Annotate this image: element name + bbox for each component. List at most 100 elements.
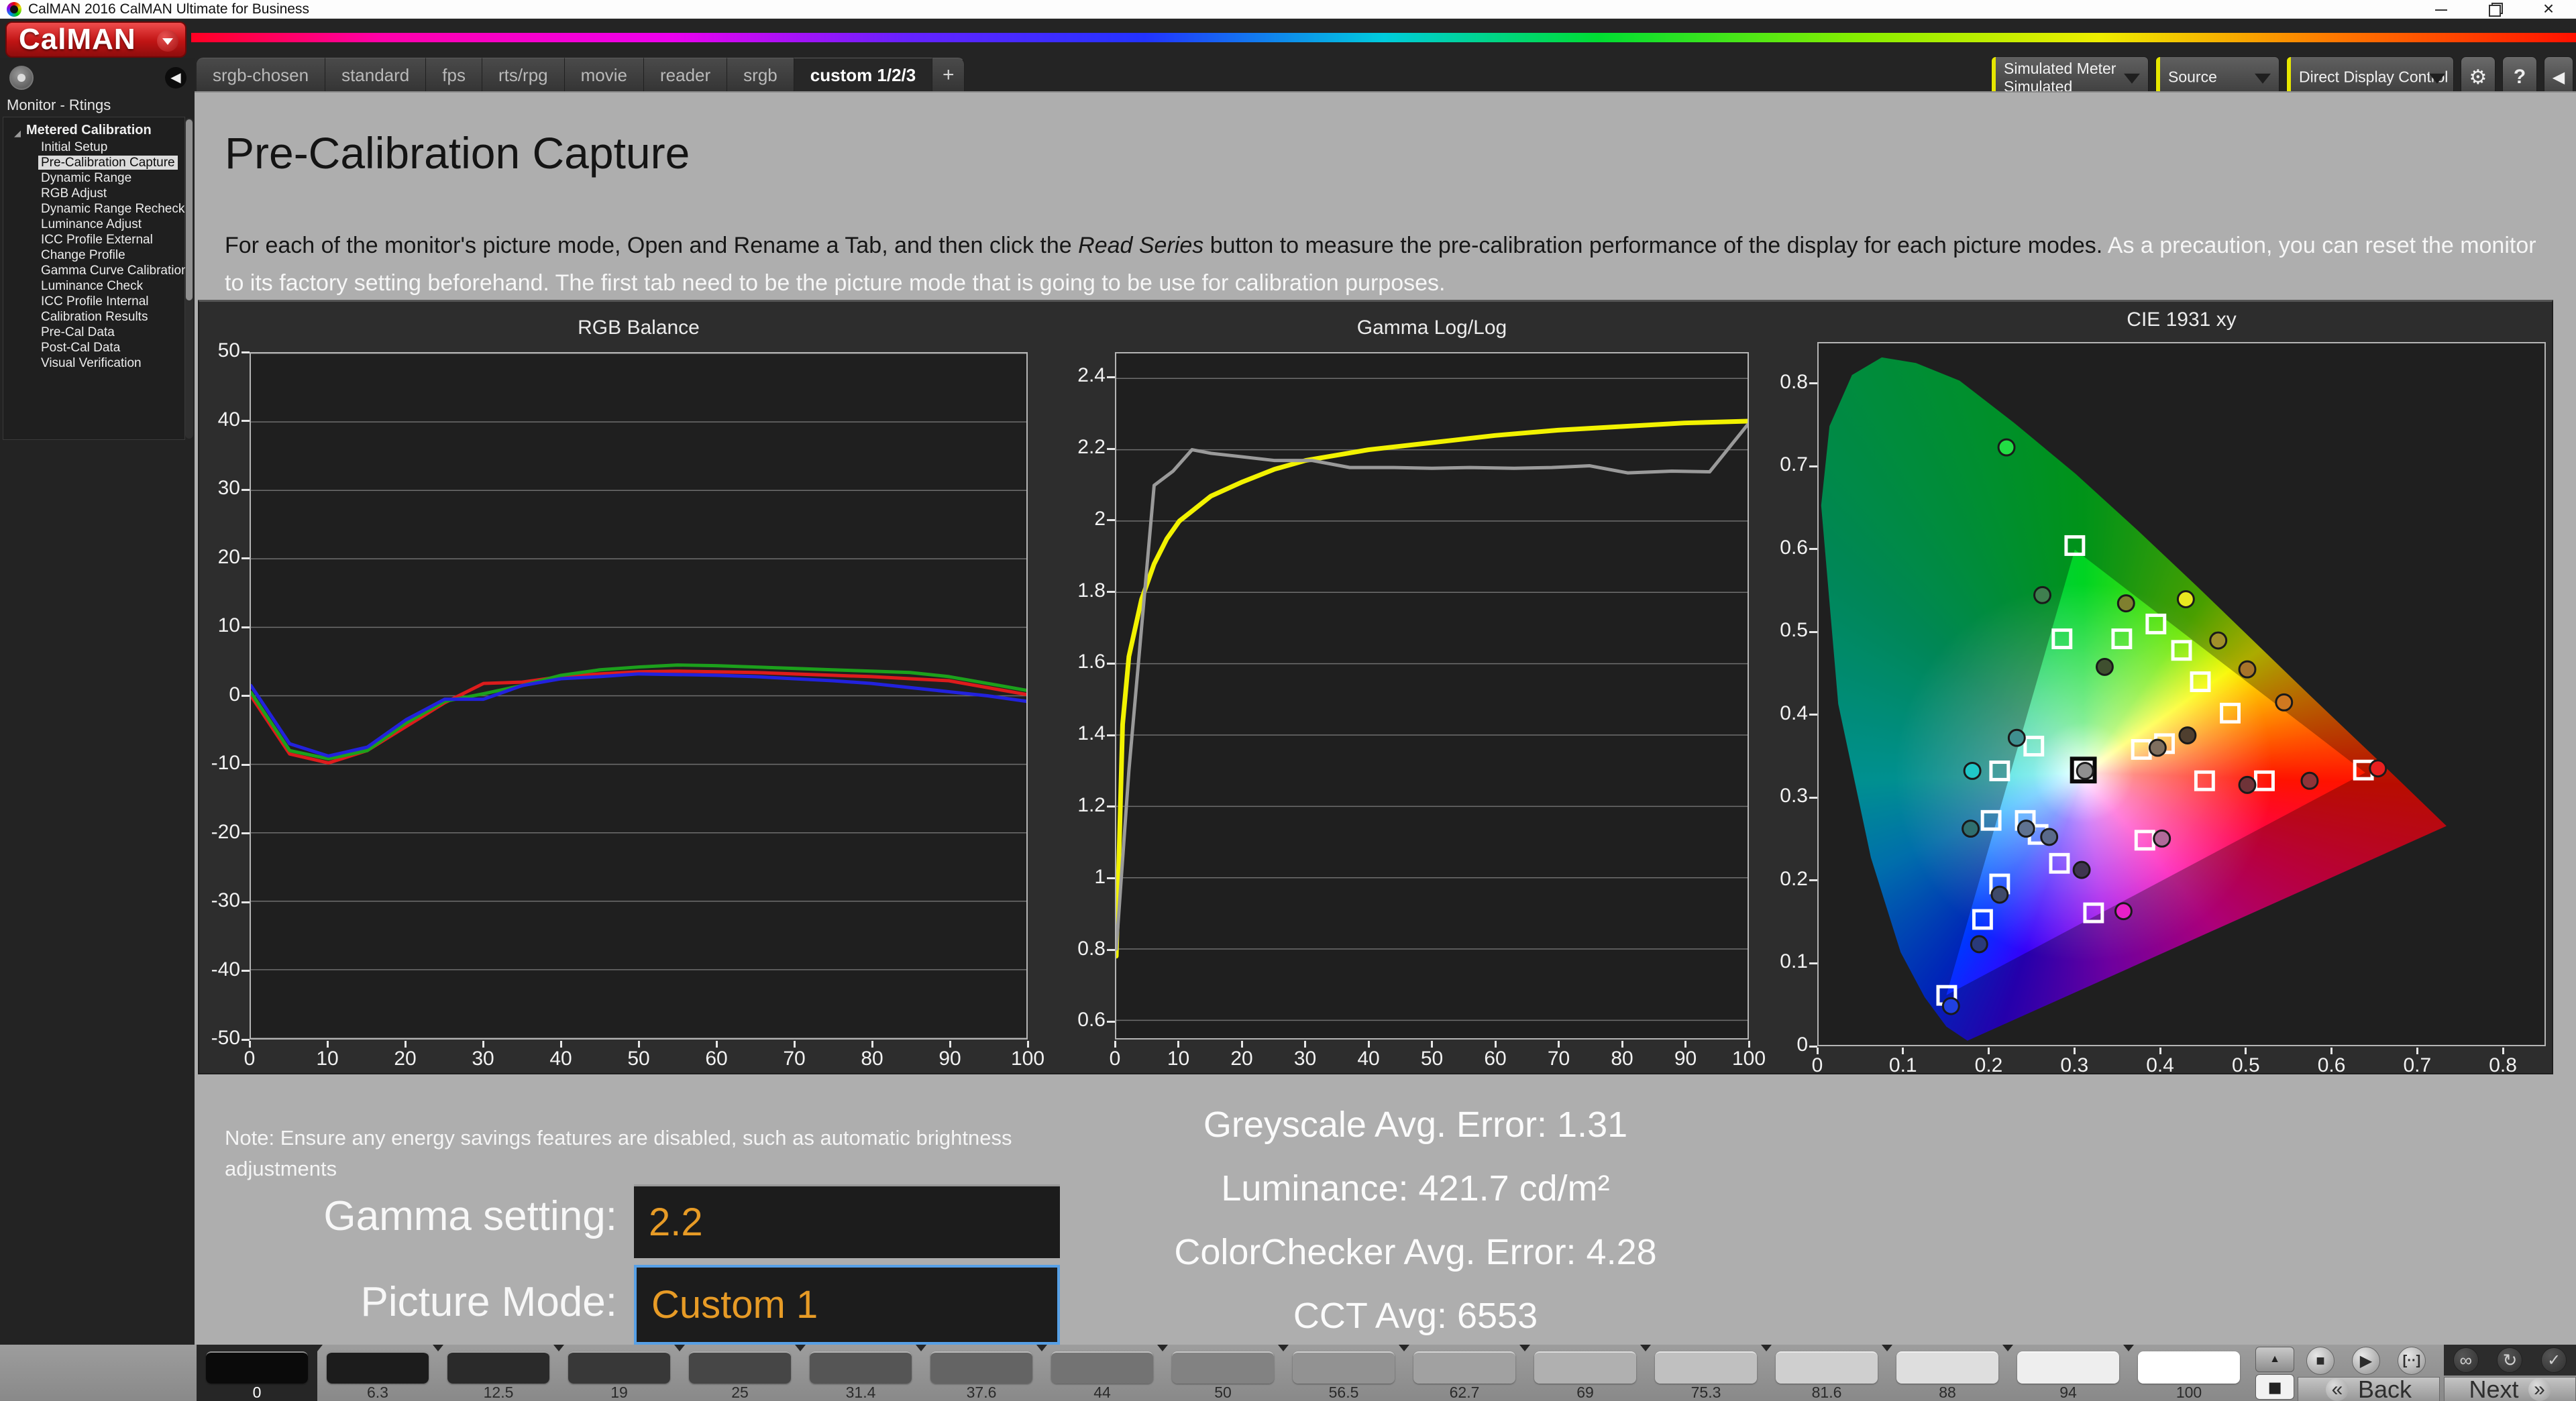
pattern-up-button[interactable]: ▲ <box>2255 1347 2294 1372</box>
minimize-button[interactable] <box>2423 0 2459 19</box>
x-tick-label: 50 <box>605 1048 672 1070</box>
sidebar-item-icc-profile-external[interactable]: ICC Profile External <box>38 232 184 247</box>
swatch-color-tile <box>2017 1351 2119 1384</box>
y-tick-mark <box>1107 805 1115 807</box>
tab-custom-1-2-3[interactable]: custom 1/2/3 <box>794 58 933 91</box>
pattern-swatch-37.6[interactable]: 37.6 <box>921 1345 1042 1401</box>
tab-fps[interactable]: fps <box>426 58 482 91</box>
cie-measurement-marker <box>2018 821 2034 837</box>
x-tick-label: 60 <box>1462 1048 1529 1070</box>
pattern-swatch-94[interactable]: 94 <box>2008 1345 2129 1401</box>
sidebar-item-rgb-adjust[interactable]: RGB Adjust <box>38 186 184 201</box>
tab-rts-rpg[interactable]: rts/rpg <box>482 58 565 91</box>
sidebar-item-label: Luminance Check <box>38 279 146 293</box>
swatch-color-tile <box>447 1351 549 1384</box>
swatch-color-tile <box>1051 1351 1153 1384</box>
sidebar-item-change-profile[interactable]: Change Profile <box>38 247 184 263</box>
x-tick-label: 60 <box>683 1048 750 1070</box>
pattern-swatch-44[interactable]: 44 <box>1042 1345 1163 1401</box>
tab-standard[interactable]: standard <box>325 58 426 91</box>
pattern-swatch-81.6[interactable]: 81.6 <box>1766 1345 1887 1401</box>
pattern-swatch-88[interactable]: 88 <box>1887 1345 2008 1401</box>
pattern-swatch-6.3[interactable]: 6.3 <box>317 1345 438 1401</box>
pattern-swatch-25[interactable]: 25 <box>680 1345 800 1401</box>
tab-reader[interactable]: reader <box>644 58 727 91</box>
continuous-read-button[interactable]: ∞ <box>2453 1347 2479 1373</box>
y-tick-mark <box>241 832 250 834</box>
y-tick-mark <box>241 764 250 766</box>
swatch-value-label: 88 <box>1887 1384 2008 1401</box>
play-button[interactable]: ▶ <box>2352 1347 2380 1375</box>
sidebar-item-icc-profile-internal[interactable]: ICC Profile Internal <box>38 294 184 309</box>
back-button[interactable]: « Back <box>2298 1377 2440 1401</box>
sidebar-item-pre-calibration-capture[interactable]: Pre-Calibration Capture <box>38 155 184 170</box>
pattern-swatch-56.5[interactable]: 56.5 <box>1283 1345 1404 1401</box>
close-button[interactable]: × <box>2530 0 2567 19</box>
sidebar-item-pre-cal-data[interactable]: Pre-Cal Data <box>38 325 184 340</box>
x-tick-mark <box>2416 1048 2418 1054</box>
sidebar-item-label: RGB Adjust <box>38 186 109 201</box>
stop-button[interactable]: ■ <box>2306 1347 2334 1375</box>
gamma-setting-input[interactable]: 2.2 <box>634 1184 1060 1258</box>
sidebar-item-dynamic-range[interactable]: Dynamic Range <box>38 170 184 186</box>
series-blue <box>251 674 1026 756</box>
sidebar-item-visual-verification[interactable]: Visual Verification <box>38 355 184 371</box>
sidebar-item-label: Pre-Calibration Capture <box>38 156 178 170</box>
sidebar-item-calibration-results[interactable]: Calibration Results <box>38 309 184 325</box>
swatch-value-label: 31.4 <box>800 1384 921 1401</box>
x-tick-label: 50 <box>1399 1048 1466 1070</box>
sidebar-item-initial-setup[interactable]: Initial Setup <box>38 139 184 155</box>
sidebar-item-luminance-check[interactable]: Luminance Check <box>38 278 184 294</box>
cie-target-marker <box>2192 673 2209 691</box>
up-arrow-icon: ▲ <box>2269 1353 2280 1365</box>
tab-srgb-chosen[interactable]: srgb-chosen <box>197 58 325 91</box>
swatch-color-tile <box>1655 1351 1757 1384</box>
y-tick-mark <box>1809 631 1817 633</box>
cie-chart-markers <box>1819 343 2544 1045</box>
next-button[interactable]: Next » <box>2444 1377 2576 1401</box>
restore-button[interactable] <box>2477 0 2513 19</box>
pattern-swatch-100[interactable]: 100 <box>2129 1345 2249 1401</box>
y-tick-mark <box>1107 591 1115 593</box>
pattern-window-button[interactable]: ◼ <box>2255 1374 2294 1400</box>
tree-group-metered-calibration[interactable]: ◢ Metered Calibration <box>26 123 184 138</box>
sidebar-scrollbar[interactable] <box>185 118 193 439</box>
y-tick-mark <box>241 901 250 903</box>
swatch-divider-marker <box>1157 1345 1168 1351</box>
pattern-swatch-19[interactable]: 19 <box>559 1345 680 1401</box>
play-icon: ▶ <box>2360 1351 2372 1371</box>
sidebar-item-post-cal-data[interactable]: Post-Cal Data <box>38 340 184 355</box>
sidebar-item-luminance-adjust[interactable]: Luminance Adjust <box>38 217 184 232</box>
scrollbar-thumb[interactable] <box>186 119 193 300</box>
sidebar-item-gamma-curve-calibration[interactable]: Gamma Curve Calibration <box>38 263 184 278</box>
pattern-swatch-50[interactable]: 50 <box>1163 1345 1283 1401</box>
y-tick-mark <box>1107 1021 1115 1023</box>
picture-mode-input[interactable]: Custom 1 <box>634 1265 1060 1345</box>
x-tick-mark <box>1558 1041 1560 1048</box>
y-tick-mark <box>1809 797 1817 799</box>
cie-target-marker <box>2147 615 2165 632</box>
swatch-divider-marker <box>916 1345 926 1351</box>
pattern-swatch-62.7[interactable]: 62.7 <box>1404 1345 1525 1401</box>
tab-srgb[interactable]: srgb <box>727 58 794 91</box>
pattern-series-button[interactable]: [··] <box>2398 1347 2426 1375</box>
add-tab-button[interactable]: + <box>932 58 965 91</box>
cie-measurement-marker <box>2370 761 2386 777</box>
x-tick-label: 0.6 <box>2298 1054 2365 1077</box>
y-tick-mark <box>1809 879 1817 881</box>
calman-menu-button[interactable]: CalMAN <box>5 21 186 58</box>
sidebar-collapse-button[interactable]: ◀ <box>165 67 186 89</box>
x-tick-label: 80 <box>1589 1048 1656 1070</box>
pattern-swatch-69[interactable]: 69 <box>1525 1345 1646 1401</box>
pattern-swatch-75.3[interactable]: 75.3 <box>1646 1345 1766 1401</box>
cie-measurement-marker <box>2239 661 2255 677</box>
pattern-swatch-12.5[interactable]: 12.5 <box>438 1345 559 1401</box>
pattern-swatch-31.4[interactable]: 31.4 <box>800 1345 921 1401</box>
refresh-read-button[interactable]: ↻ <box>2497 1347 2522 1373</box>
confirm-read-button[interactable]: ✓ <box>2541 1347 2567 1373</box>
sidebar-item-dynamic-range-recheck[interactable]: Dynamic Range Recheck <box>38 201 184 217</box>
x-tick-mark <box>949 1041 951 1048</box>
swatch-color-tile <box>689 1351 791 1384</box>
tab-movie[interactable]: movie <box>565 58 644 91</box>
pattern-swatch-0[interactable]: 0 <box>197 1345 317 1401</box>
